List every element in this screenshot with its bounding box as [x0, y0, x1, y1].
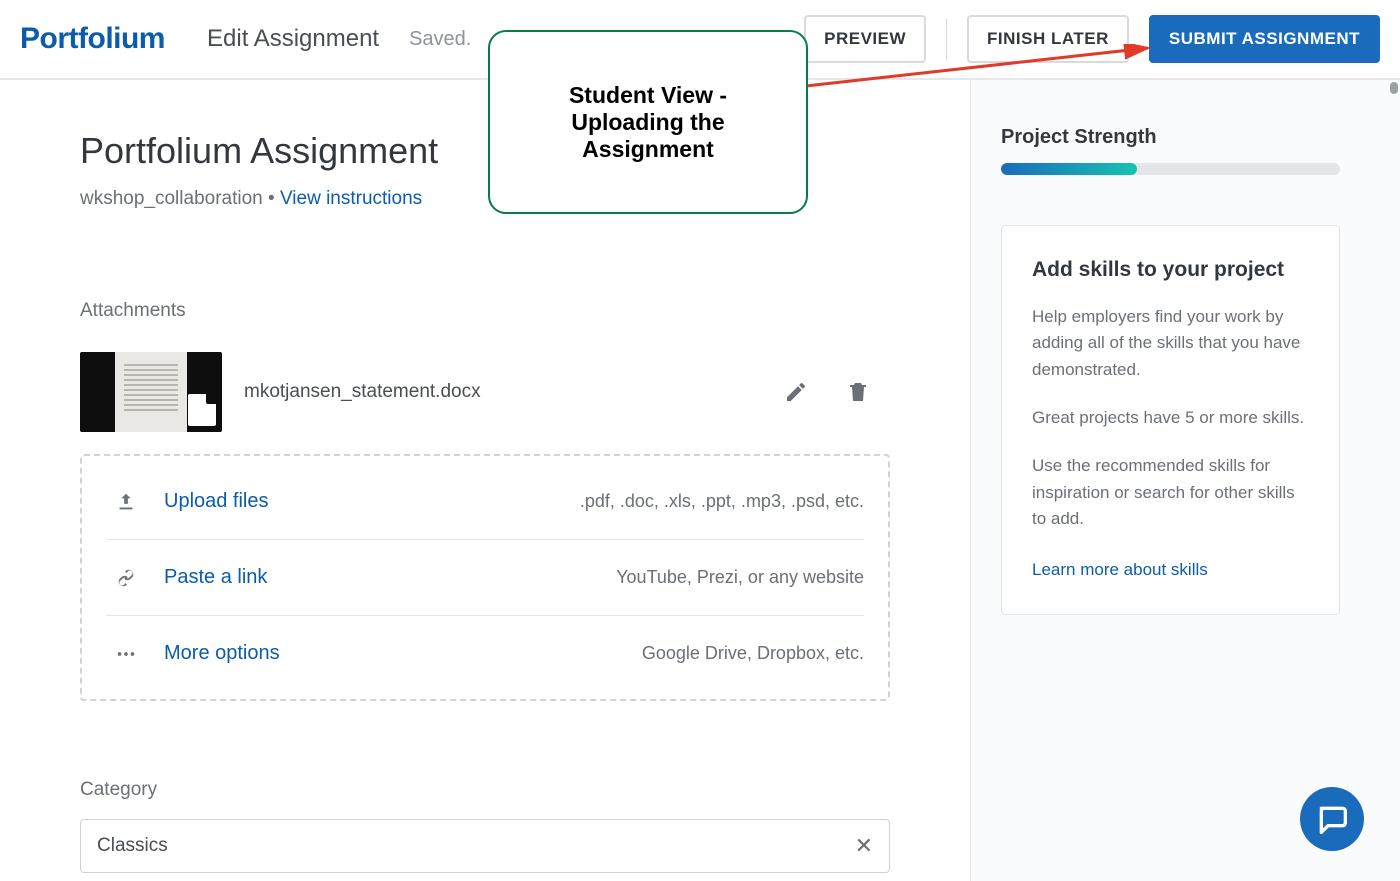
- page-header-title: Edit Assignment: [207, 25, 379, 53]
- attachment-item: mkotjansen_statement.docx: [80, 352, 890, 432]
- annotation-text: Student View - Uploading the Assignment: [514, 82, 782, 163]
- skills-card: Add skills to your project Help employer…: [1001, 225, 1340, 615]
- attachment-thumbnail[interactable]: [80, 352, 222, 432]
- submit-assignment-button[interactable]: SUBMIT ASSIGNMENT: [1149, 15, 1380, 63]
- skills-title: Add skills to your project: [1032, 258, 1309, 282]
- category-value: Classics: [97, 835, 168, 857]
- annotation-callout: Student View - Uploading the Assignment: [488, 30, 808, 214]
- upload-icon: [106, 491, 146, 513]
- upload-files-hint: .pdf, .doc, .xls, .ppt, .mp3, .psd, etc.: [580, 491, 864, 512]
- preview-button[interactable]: PREVIEW: [804, 15, 926, 63]
- category-label: Category: [80, 779, 890, 801]
- skills-paragraph-1: Help employers find your work by adding …: [1032, 304, 1309, 383]
- finish-later-button[interactable]: FINISH LATER: [967, 15, 1129, 63]
- app-logo: Portfolium: [20, 22, 165, 56]
- link-icon: [106, 567, 146, 589]
- upload-files-row[interactable]: Upload files .pdf, .doc, .xls, .ppt, .mp…: [106, 464, 864, 539]
- more-options-hint: Google Drive, Dropbox, etc.: [642, 643, 864, 664]
- attachments-label: Attachments: [80, 300, 890, 322]
- header-actions: PREVIEW FINISH LATER SUBMIT ASSIGNMENT: [804, 15, 1380, 63]
- save-status: Saved.: [409, 28, 471, 51]
- paste-link-label: Paste a link: [164, 566, 267, 589]
- view-instructions-link[interactable]: View instructions: [280, 188, 422, 209]
- file-icon: [188, 394, 216, 426]
- divider: [946, 19, 947, 59]
- skills-paragraph-2: Great projects have 5 or more skills.: [1032, 405, 1309, 431]
- attachment-filename: mkotjansen_statement.docx: [244, 381, 481, 403]
- category-field[interactable]: Classics ✕: [80, 819, 890, 873]
- paste-link-row[interactable]: Paste a link YouTube, Prezi, or any webs…: [106, 539, 864, 615]
- skills-paragraph-3: Use the recommended skills for inspirati…: [1032, 453, 1309, 532]
- sidebar: Project Strength Add skills to your proj…: [970, 80, 1400, 881]
- paste-link-hint: YouTube, Prezi, or any website: [616, 567, 864, 588]
- edit-icon[interactable]: [784, 380, 808, 404]
- project-strength-title: Project Strength: [1001, 126, 1340, 149]
- main-column: Portfolium Assignment wkshop_collaborati…: [0, 80, 970, 881]
- trash-icon[interactable]: [846, 380, 870, 404]
- more-options-label: More options: [164, 642, 280, 665]
- clear-icon[interactable]: ✕: [855, 833, 873, 859]
- project-strength-bar: [1001, 163, 1340, 175]
- more-icon: [106, 643, 146, 665]
- chat-widget-button[interactable]: [1300, 787, 1364, 851]
- upload-files-label: Upload files: [164, 490, 269, 513]
- upload-panel: Upload files .pdf, .doc, .xls, .ppt, .mp…: [80, 454, 890, 701]
- scrollbar-thumb[interactable]: [1390, 82, 1398, 94]
- learn-more-skills-link[interactable]: Learn more about skills: [1032, 560, 1208, 580]
- more-options-row[interactable]: More options Google Drive, Dropbox, etc.: [106, 615, 864, 691]
- project-strength-fill: [1001, 163, 1137, 175]
- course-code: wkshop_collaboration: [80, 188, 263, 209]
- separator: •: [263, 188, 280, 209]
